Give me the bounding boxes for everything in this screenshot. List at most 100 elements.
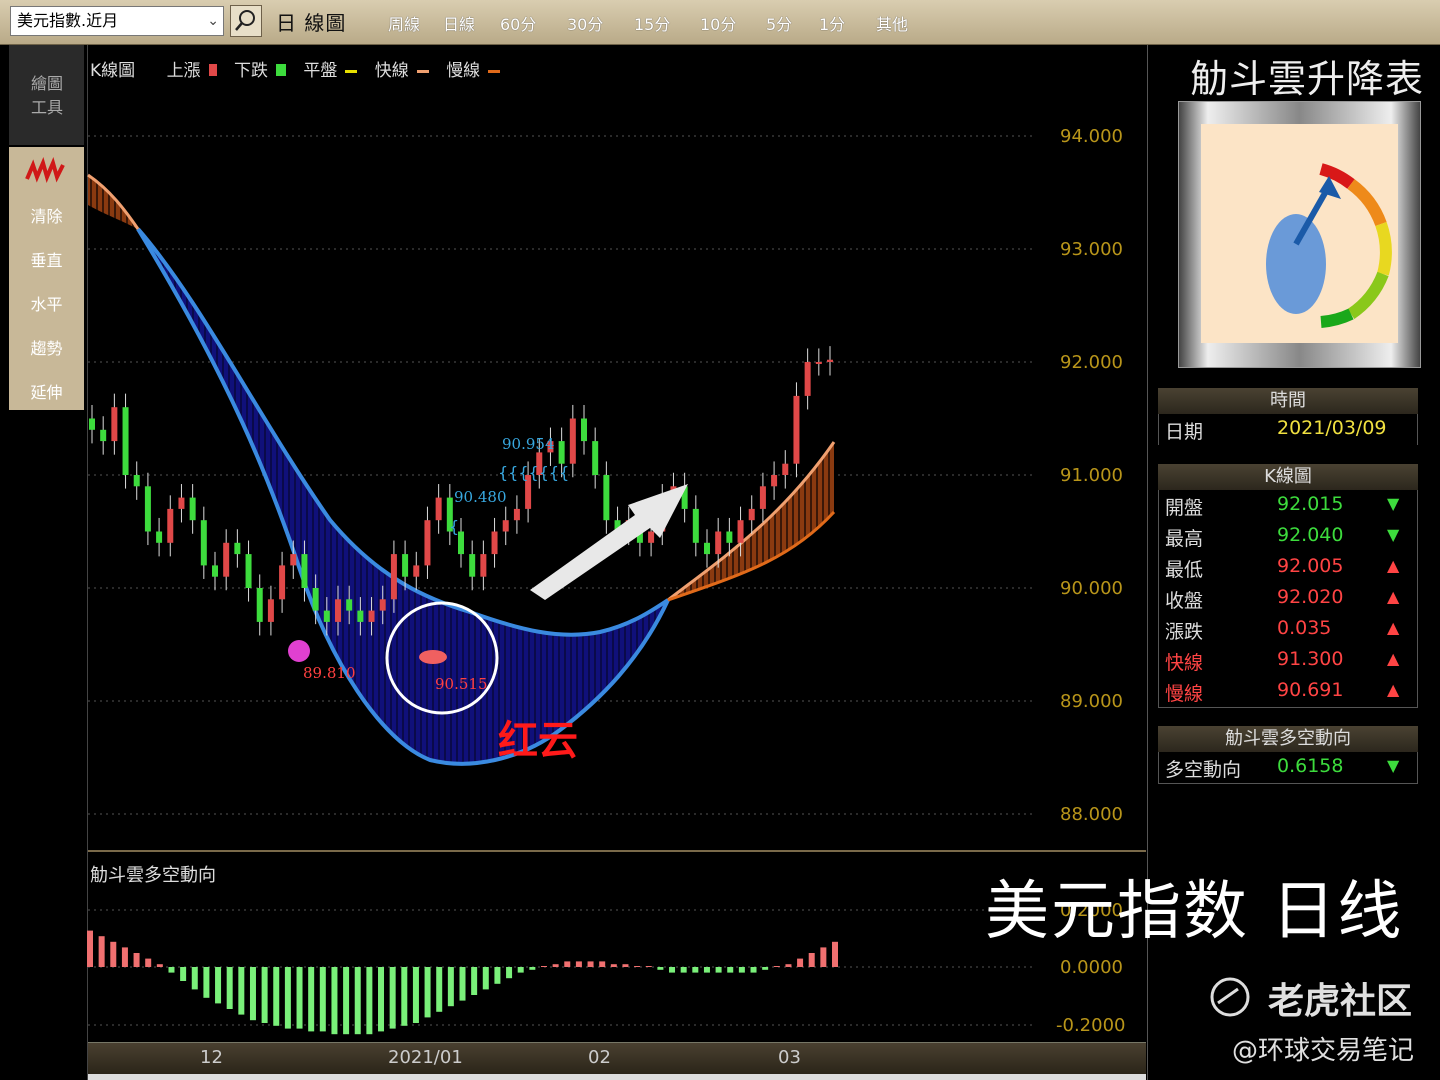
indicator-bar: [133, 953, 140, 967]
candle-body: [133, 475, 140, 487]
indicator-bar: [284, 967, 291, 1029]
indicator-bar: [715, 967, 722, 973]
candle-body: [111, 407, 118, 442]
candle-body: [726, 531, 733, 543]
red-cloud-band: [138, 229, 668, 764]
gauge-icon: [1266, 163, 1392, 328]
up-arrow-icon: ▲: [1387, 618, 1400, 637]
low-marker-icon: [288, 640, 310, 662]
candle-body: [737, 520, 744, 543]
price-axis-88: 88.000: [1060, 804, 1123, 825]
price-axis-89: 89.000: [1060, 691, 1123, 712]
candle-body: [558, 441, 565, 464]
indicator-bar: [506, 967, 513, 979]
indicator-bar: [366, 967, 373, 1035]
kline-header: K線圖: [1158, 464, 1418, 490]
candle-body: [771, 475, 778, 487]
indicator-axis-bottom: -0.2000: [1056, 1015, 1126, 1036]
svg-text:{{{{{{{: {{{{{{{: [498, 463, 569, 482]
indicator-bar: [540, 966, 547, 967]
indicator-bar: [773, 966, 780, 967]
gauge-image: [1178, 101, 1421, 368]
peak2-value-label: 90.480: [454, 488, 507, 506]
indicator-bar: [261, 967, 268, 1023]
horizontal-scrollbar[interactable]: [88, 1074, 1146, 1080]
indicator-bar: [389, 967, 396, 1029]
direction-row: 多空動向 0.6158 ▼: [1158, 752, 1418, 784]
indicator-bar: [482, 967, 489, 990]
direction-key: 多空動向: [1165, 759, 1242, 781]
indicator-bar: [703, 967, 710, 973]
indicator-title: 觔斗雲多空動向: [90, 865, 216, 886]
indicator-bars: [87, 930, 838, 1035]
indicator-bar: [762, 967, 769, 970]
indicator-bar: [168, 967, 175, 973]
up-arrow-icon: ▲: [1387, 587, 1400, 606]
candle-body: [592, 441, 599, 475]
candle-body: [648, 531, 655, 543]
indicator-bar: [191, 967, 198, 990]
candle-body: [301, 554, 308, 588]
indicator-bar: [634, 966, 641, 967]
time-axis: 12 2021/01 02 03: [88, 1042, 1146, 1075]
indicator-bar: [587, 961, 594, 967]
candle-body: [715, 531, 722, 555]
indicator-bar: [343, 967, 350, 1035]
time-label-2021-01: 2021/01: [388, 1047, 463, 1068]
candle-body: [502, 520, 509, 532]
candle-body: [569, 418, 576, 464]
indicator-bar: [226, 967, 233, 1009]
indicator-bar: [494, 967, 501, 984]
candle-body: [335, 599, 341, 622]
candle-body: [89, 418, 95, 430]
indicator-bar: [215, 967, 222, 1004]
candle-body: [804, 362, 811, 396]
price-axis-91: 91.000: [1060, 465, 1123, 486]
indicator-bar: [797, 958, 804, 967]
candle-body: [267, 599, 274, 622]
indicator-bar: [180, 967, 187, 981]
direction-value: 0.6158: [1277, 755, 1344, 777]
row-change: 漲跌 0.035 ▲: [1158, 614, 1418, 645]
indicator-bar: [273, 967, 280, 1026]
row-fast: 快線 91.300 ▲: [1158, 645, 1418, 676]
date-value: 2021/03/09: [1277, 417, 1387, 439]
candle-body: [480, 554, 487, 577]
indicator-bar: [412, 967, 419, 1023]
candle-body: [827, 359, 833, 362]
indicator-bar: [145, 958, 152, 967]
candle-body: [469, 554, 476, 577]
indicator-bar: [645, 966, 652, 967]
red-cloud-label: 红云: [498, 718, 578, 764]
candle-body: [402, 554, 409, 577]
time-label-02: 02: [588, 1047, 611, 1068]
indicator-bar: [785, 964, 792, 967]
indicator-bar: [564, 961, 571, 967]
candle-body: [603, 475, 610, 521]
candle-body: [234, 542, 241, 555]
candle-body: [759, 486, 766, 509]
candle-body: [748, 508, 755, 521]
low-value-label: 89.810: [303, 664, 356, 682]
candle-body: [379, 599, 386, 611]
indicator-bar: [459, 967, 466, 1001]
indicator-bar: [517, 967, 524, 973]
candle-body: [245, 554, 252, 588]
candle-body: [312, 588, 319, 611]
indicator-bar: [436, 967, 443, 1012]
indicator-bar: [657, 967, 664, 970]
price-axis-90: 90.000: [1060, 578, 1123, 599]
direction-header: 觔斗雲多空動向: [1158, 726, 1418, 752]
candle-body: [390, 554, 397, 600]
watermark: 老虎社区: [1268, 981, 1413, 1022]
candle-body: [189, 497, 196, 521]
indicator-bar: [808, 953, 815, 967]
candle-body: [413, 565, 420, 577]
indicator-bar: [296, 967, 303, 1029]
date-key: 日期: [1165, 421, 1204, 443]
row-open: 開盤 92.015 ▼: [1158, 490, 1418, 521]
indicator-bar: [331, 967, 338, 1035]
row-close: 收盤 92.020 ▲: [1158, 583, 1418, 614]
down-arrow-icon: ▼: [1387, 525, 1400, 544]
candle-body: [424, 520, 431, 566]
